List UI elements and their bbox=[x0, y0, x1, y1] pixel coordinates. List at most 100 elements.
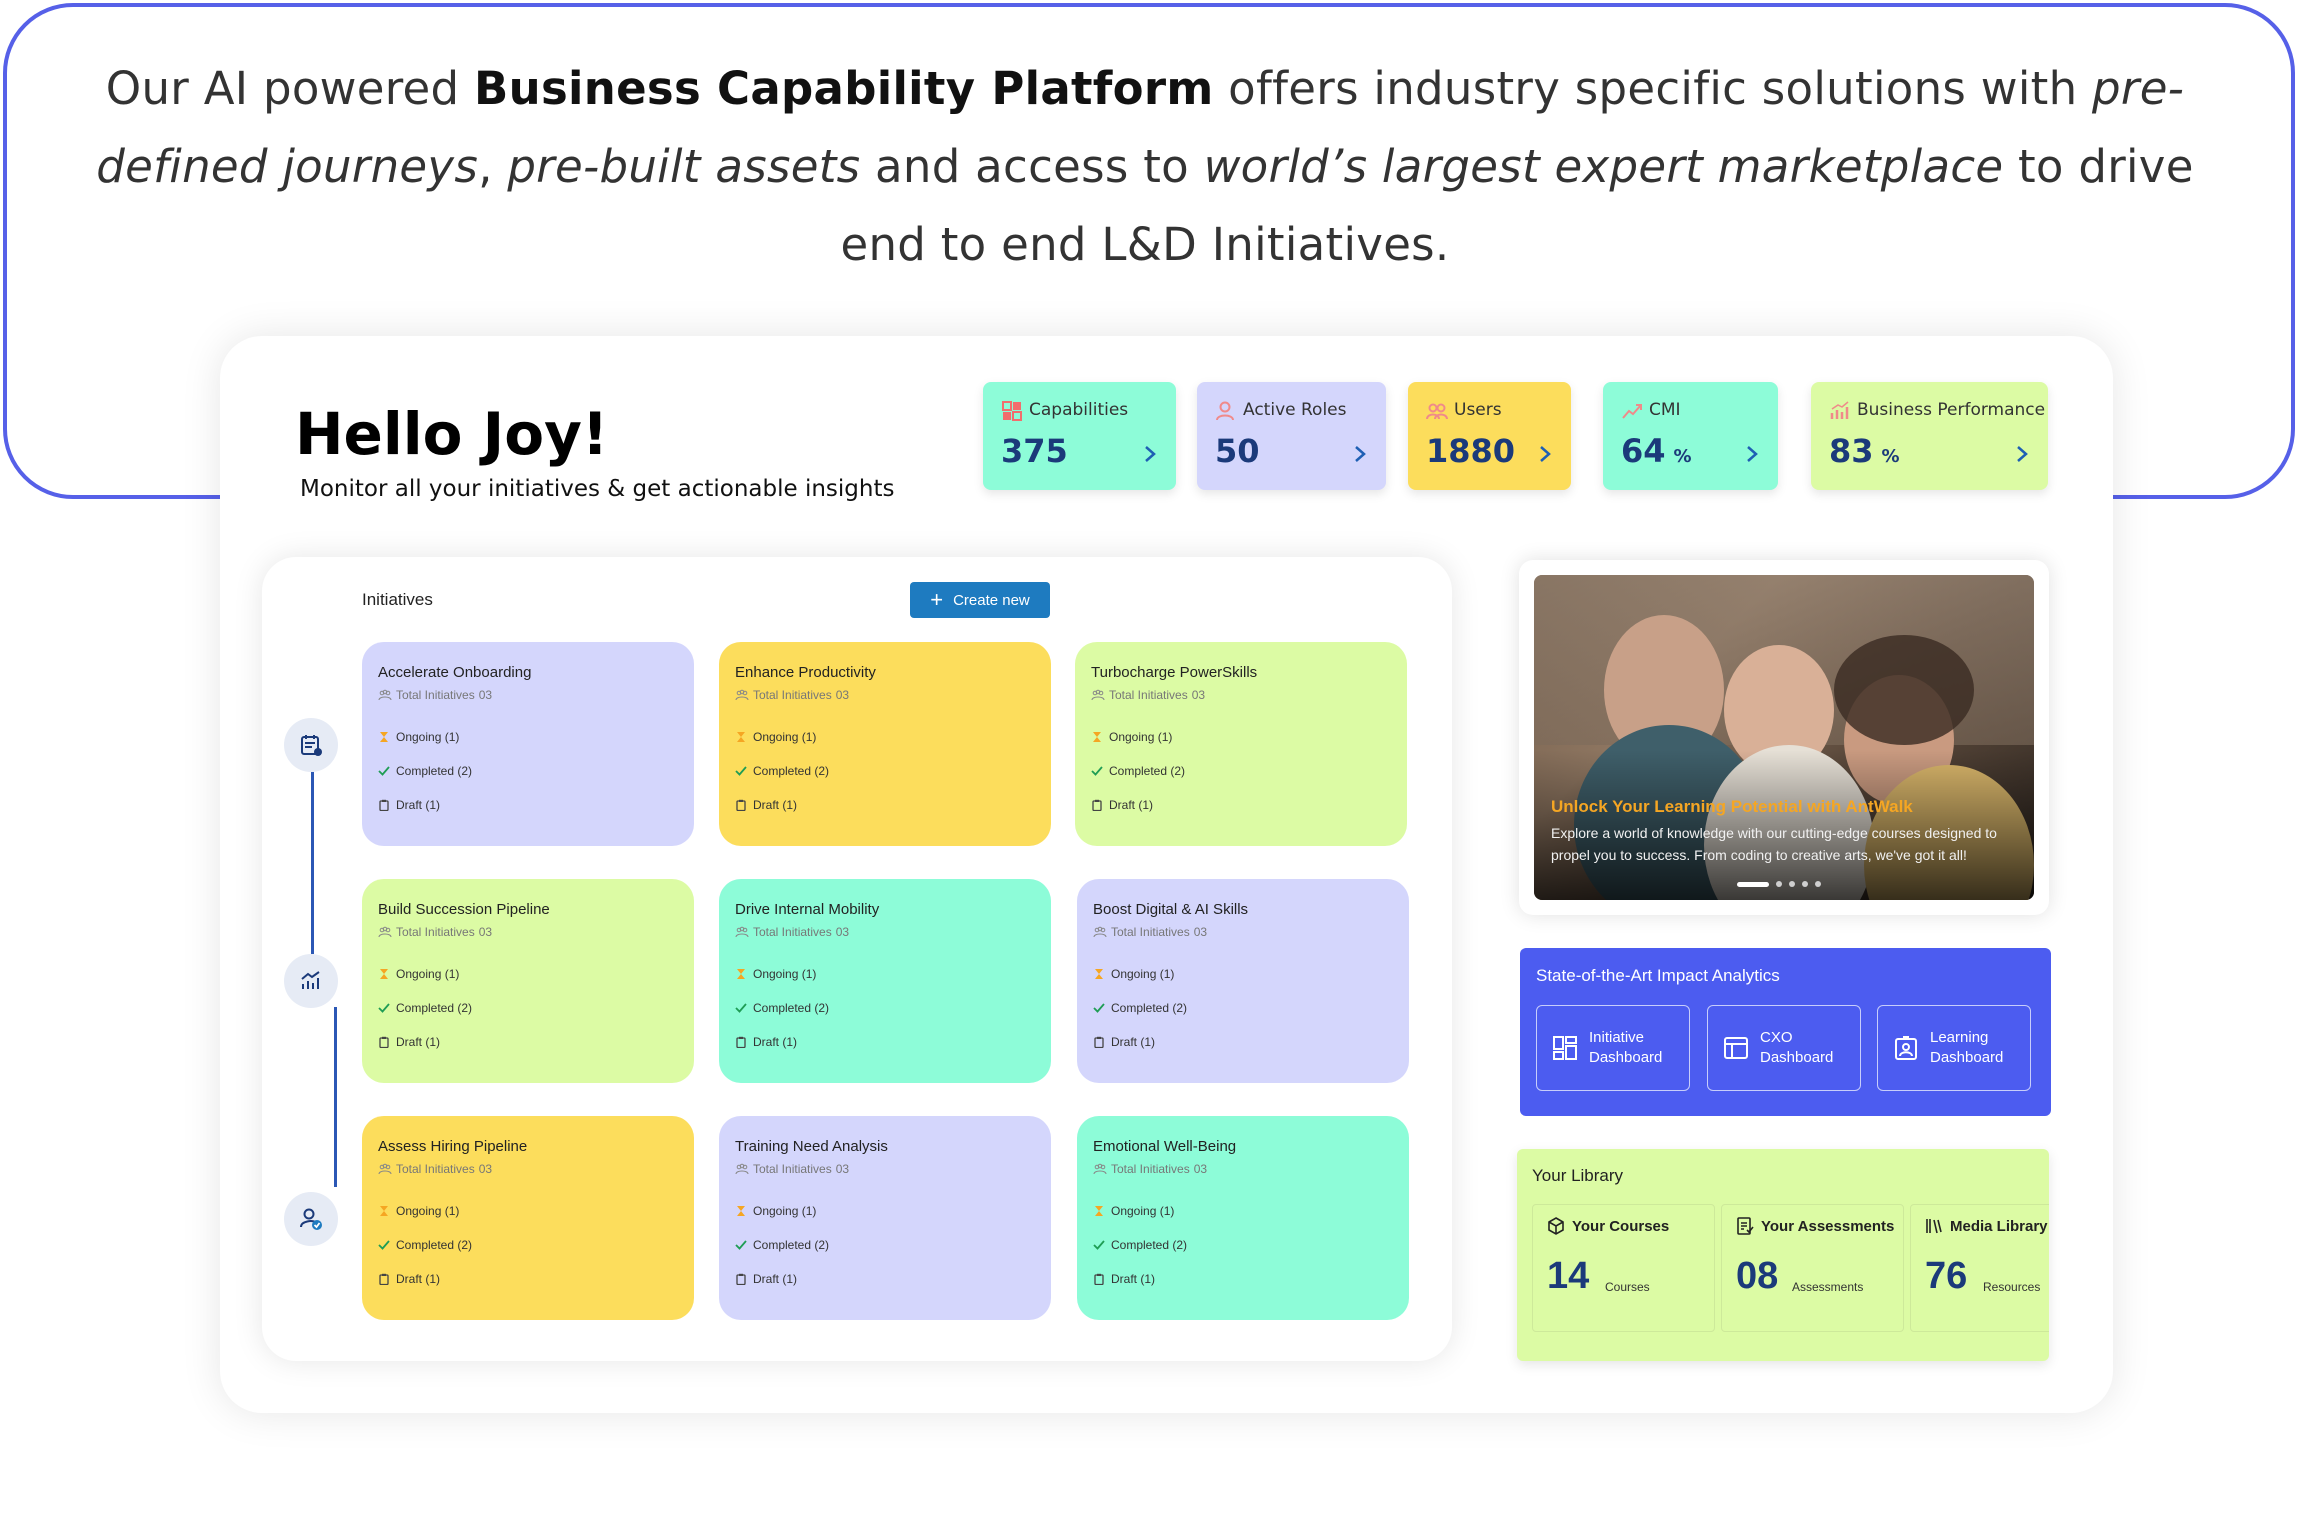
draft-status[interactable]: Draft (1) bbox=[1093, 1035, 1155, 1049]
hourglass-icon bbox=[737, 732, 745, 742]
stat-label: Users bbox=[1454, 400, 1502, 420]
analytics-title: State-of-the-Art Impact Analytics bbox=[1536, 966, 1780, 985]
stat-card-active-roles[interactable]: Active Roles 50 bbox=[1197, 382, 1386, 490]
draft-status[interactable]: Draft (1) bbox=[1091, 798, 1153, 812]
chevron-right-icon[interactable] bbox=[1744, 444, 1760, 464]
carousel-dot[interactable] bbox=[1802, 881, 1808, 887]
stat-card-capabilities[interactable]: Capabilities 375 bbox=[983, 382, 1176, 490]
hourglass-icon bbox=[380, 732, 388, 742]
create-new-button[interactable]: + Create new bbox=[910, 582, 1050, 618]
completed-status[interactable]: Completed (2) bbox=[378, 1001, 472, 1015]
trend-up-icon bbox=[1622, 404, 1642, 419]
ongoing-status[interactable]: Ongoing (1) bbox=[1093, 967, 1174, 981]
clipboard-icon bbox=[1092, 799, 1102, 811]
carousel-dot[interactable] bbox=[1789, 881, 1795, 887]
initiative-dashboard-button[interactable]: Initiative Dashboard bbox=[1536, 1005, 1690, 1091]
stat-value: 83% bbox=[1829, 432, 1900, 470]
initiative-card[interactable]: Training Need Analysis Total Initiatives 0… bbox=[719, 1116, 1051, 1320]
ongoing-status[interactable]: Ongoing (1) bbox=[378, 1204, 459, 1218]
ongoing-status[interactable]: Ongoing (1) bbox=[378, 730, 459, 744]
initiative-card[interactable]: Accelerate Onboarding Total Initiatives 03… bbox=[362, 642, 694, 846]
carousel-dots[interactable] bbox=[1737, 881, 1821, 887]
initiative-title: Emotional Well-Being bbox=[1093, 1138, 1237, 1155]
library-value: 76 bbox=[1925, 1255, 1968, 1297]
library-item-media[interactable]: Media Library 76 Resources bbox=[1910, 1204, 2049, 1332]
check-icon bbox=[735, 1003, 747, 1013]
id-badge-icon bbox=[1895, 1036, 1917, 1060]
completed-status[interactable]: Completed (2) bbox=[1093, 1001, 1187, 1015]
library-item-assessments[interactable]: Your Assessments 08 Assessments bbox=[1721, 1204, 1904, 1332]
check-icon bbox=[735, 766, 747, 776]
draft-status[interactable]: Draft (1) bbox=[735, 798, 797, 812]
draft-status[interactable]: Draft (1) bbox=[1093, 1272, 1155, 1286]
check-icon bbox=[378, 1003, 390, 1013]
initiative-card[interactable]: Turbocharge PowerSkills Total Initiatives… bbox=[1075, 642, 1407, 846]
hourglass-icon bbox=[380, 969, 388, 979]
library-unit: Assessments bbox=[1792, 1280, 1864, 1294]
group-icon bbox=[378, 1163, 392, 1175]
draft-status[interactable]: Draft (1) bbox=[735, 1035, 797, 1049]
initiative-card[interactable]: Build Succession Pipeline Total Initiativ… bbox=[362, 879, 694, 1083]
completed-status[interactable]: Completed (2) bbox=[735, 1001, 829, 1015]
ongoing-status[interactable]: Ongoing (1) bbox=[735, 1204, 816, 1218]
chevron-right-icon[interactable] bbox=[2014, 444, 2030, 464]
initiative-card[interactable]: Assess Hiring Pipeline Total Initiatives 0… bbox=[362, 1116, 694, 1320]
stat-card-business-performance[interactable]: Business Performance 83% bbox=[1811, 382, 2048, 490]
clipboard-icon bbox=[379, 799, 389, 811]
check-icon bbox=[1093, 1003, 1105, 1013]
bar-chart-icon bbox=[1830, 401, 1849, 419]
ongoing-status[interactable]: Ongoing (1) bbox=[1093, 1204, 1174, 1218]
completed-status[interactable]: Completed (2) bbox=[1093, 1238, 1187, 1252]
promo-description: Explore a world of knowledge with our cu… bbox=[1551, 825, 1997, 863]
clipboard-icon bbox=[379, 1273, 389, 1285]
completed-status[interactable]: Completed (2) bbox=[1091, 764, 1185, 778]
timeline-node-calendar bbox=[284, 718, 338, 772]
initiative-total: Total Initiatives 03 bbox=[735, 688, 849, 702]
cxo-dashboard-button[interactable]: CXO Dashboard bbox=[1707, 1005, 1861, 1091]
completed-status[interactable]: Completed (2) bbox=[378, 764, 472, 778]
draft-status[interactable]: Draft (1) bbox=[378, 1272, 440, 1286]
initiative-card[interactable]: Emotional Well-Being Total Initiatives 03 O… bbox=[1077, 1116, 1409, 1320]
greeting-title: Hello Joy! bbox=[295, 400, 609, 468]
user-role-icon bbox=[1216, 401, 1234, 421]
initiative-card[interactable]: Enhance Productivity Total Initiatives 03 O… bbox=[719, 642, 1051, 846]
stat-label: Business Performance bbox=[1857, 400, 2046, 420]
draft-status[interactable]: Draft (1) bbox=[378, 1035, 440, 1049]
initiative-card[interactable]: Boost Digital & AI Skills Total Initiativ… bbox=[1077, 879, 1409, 1083]
ongoing-status[interactable]: Ongoing (1) bbox=[735, 967, 816, 981]
hero-text: Our AI powered Business Capability Platf… bbox=[96, 62, 2194, 271]
clipboard-icon bbox=[1094, 1036, 1104, 1048]
carousel-dot[interactable] bbox=[1737, 881, 1769, 887]
ongoing-status[interactable]: Ongoing (1) bbox=[1091, 730, 1172, 744]
check-icon bbox=[378, 1240, 390, 1250]
group-icon bbox=[378, 926, 392, 938]
user-check-icon bbox=[300, 1208, 322, 1230]
clipboard-icon bbox=[736, 1273, 746, 1285]
initiative-title: Build Succession Pipeline bbox=[378, 901, 550, 918]
hero-bold-text: Business Capability Platform bbox=[474, 62, 1214, 115]
check-icon bbox=[735, 1240, 747, 1250]
carousel-dot[interactable] bbox=[1776, 881, 1782, 887]
initiative-card[interactable]: Drive Internal Mobility Total Initiatives… bbox=[719, 879, 1051, 1083]
draft-status[interactable]: Draft (1) bbox=[378, 798, 440, 812]
stat-card-users[interactable]: Users 1880 bbox=[1408, 382, 1571, 490]
carousel-dot[interactable] bbox=[1815, 881, 1821, 887]
chevron-right-icon[interactable] bbox=[1537, 444, 1553, 464]
stat-value: 375 bbox=[1001, 432, 1068, 470]
draft-status[interactable]: Draft (1) bbox=[735, 1272, 797, 1286]
completed-status[interactable]: Completed (2) bbox=[378, 1238, 472, 1252]
dashboard-grid-icon bbox=[1553, 1036, 1577, 1060]
library-item-courses[interactable]: Your Courses 14 Courses bbox=[1532, 1204, 1715, 1332]
initiative-total: Total Initiatives 03 bbox=[378, 1162, 492, 1176]
completed-status[interactable]: Completed (2) bbox=[735, 1238, 829, 1252]
learning-dashboard-button[interactable]: Learning Dashboard bbox=[1877, 1005, 2031, 1091]
ongoing-status[interactable]: Ongoing (1) bbox=[378, 967, 459, 981]
stat-card-cmi[interactable]: CMI 64% bbox=[1603, 382, 1778, 490]
check-icon bbox=[1093, 1240, 1105, 1250]
ongoing-status[interactable]: Ongoing (1) bbox=[735, 730, 816, 744]
stat-value: 64% bbox=[1621, 432, 1692, 470]
chevron-right-icon[interactable] bbox=[1142, 444, 1158, 464]
chevron-right-icon[interactable] bbox=[1352, 444, 1368, 464]
group-icon bbox=[735, 1163, 749, 1175]
completed-status[interactable]: Completed (2) bbox=[735, 764, 829, 778]
